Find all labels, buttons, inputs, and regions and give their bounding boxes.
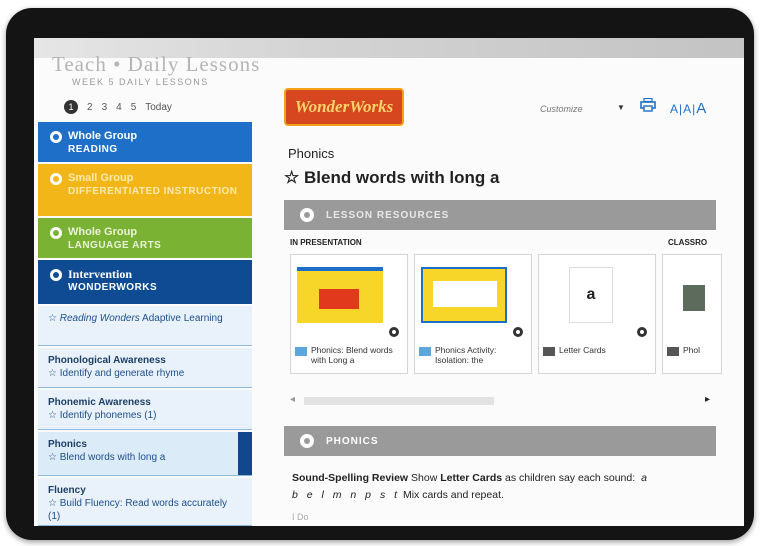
breadcrumb: Phonics <box>288 146 335 161</box>
wonderworks-logo: WonderWorks <box>284 88 404 126</box>
collapse-icon <box>300 434 314 448</box>
collapse-icon <box>300 208 314 222</box>
font-large-button[interactable]: A <box>696 100 707 117</box>
review-text: Mix cards and repeat. <box>400 489 504 501</box>
resource-card[interactable]: Phol <box>662 254 722 374</box>
i-do-label: I Do <box>292 512 309 522</box>
star-icon[interactable]: ☆ <box>284 168 299 187</box>
day-selector: 1 2 3 4 5 Today <box>64 100 172 114</box>
sidebar-link-text: ☆ Build Fluency: Read words accurately (… <box>48 498 228 522</box>
resource-caption[interactable]: Phonics: Blend words with Long a <box>295 345 405 365</box>
lesson-title: ☆ Blend words with long a <box>284 168 499 188</box>
chevron-circle-icon <box>50 173 62 185</box>
phonics-section-header[interactable]: PHONICS <box>284 426 716 456</box>
sidebar-item-subtitle: LANGUAGE ARTS <box>68 240 162 251</box>
sound-spelling-review: Sound-Spelling Review Show Letter Cards … <box>292 470 712 504</box>
screen: Teach • Daily Lessons WEEK 5 DAILY LESSO… <box>34 38 744 526</box>
letter-card-thumbnail: a <box>569 267 613 323</box>
font-small-button[interactable]: A <box>670 102 679 116</box>
scroll-right-icon[interactable]: ▸ <box>705 394 710 405</box>
print-icon[interactable] <box>640 98 656 112</box>
review-letters: b e l m n p s t <box>292 489 401 501</box>
lesson-resources-header[interactable]: LESSON RESOURCES <box>284 200 716 230</box>
review-heading: Sound-Spelling Review <box>292 472 409 484</box>
sidebar: Whole Group READING Small Group DIFFEREN… <box>38 122 252 526</box>
day-1-button[interactable]: 1 <box>64 100 78 114</box>
day-2-button[interactable]: 2 <box>87 102 93 113</box>
sidebar-link-heading: Phonological Awareness <box>48 355 166 366</box>
sidebar-item-small-group[interactable]: Small Group DIFFERENTIATED INSTRUCTION <box>38 164 252 216</box>
sidebar-link-phonological-awareness[interactable]: Phonological Awareness ☆ Identify and ge… <box>38 348 252 388</box>
resource-caption[interactable]: Letter Cards <box>543 345 653 355</box>
resource-caption[interactable]: Phonics Activity: Isolation: the <box>419 345 529 365</box>
card-tools <box>387 263 401 333</box>
card-tools <box>635 263 649 333</box>
sidebar-link-text: ☆ Blend words with long a <box>48 452 166 463</box>
review-letters: a <box>635 472 650 484</box>
sidebar-item-intervention[interactable]: Intervention WONDERWORKS <box>38 260 252 304</box>
classroom-label: CLASSRO <box>668 238 708 247</box>
section-label: LESSON RESOURCES <box>326 210 450 221</box>
sidebar-link-text: Adaptive Learning <box>139 313 223 324</box>
sidebar-link-adaptive-learning[interactable]: ☆ Reading Wonders Adaptive Learning <box>38 306 252 346</box>
sidebar-item-subtitle: READING <box>68 144 118 155</box>
sidebar-item-subtitle: DIFFERENTIATED INSTRUCTION <box>68 186 238 197</box>
chevron-down-icon[interactable]: ▼ <box>617 103 625 112</box>
resource-caption[interactable]: Phol <box>667 345 723 355</box>
today-button[interactable]: Today <box>145 102 172 113</box>
resource-scrollbar[interactable]: ◂ ▸ <box>290 394 710 408</box>
chevron-circle-icon <box>50 131 62 143</box>
sidebar-link-phonics[interactable]: Phonics ☆ Blend words with long a <box>38 432 252 476</box>
sidebar-link-heading: Phonics <box>48 439 87 450</box>
resource-thumbnail <box>297 267 383 323</box>
tablet-bezel: Teach • Daily Lessons WEEK 5 DAILY LESSO… <box>6 8 754 540</box>
lesson-title-text: Blend words with long a <box>303 168 500 187</box>
sidebar-item-title: Whole Group <box>68 130 138 142</box>
sidebar-item-whole-group-reading[interactable]: Whole Group READING <box>38 122 252 162</box>
sidebar-link-heading: Fluency <box>48 485 86 496</box>
sidebar-link-heading: Phonemic Awareness <box>48 397 151 408</box>
star-icon: ☆ <box>48 313 60 324</box>
gear-icon[interactable] <box>389 327 399 337</box>
resource-card[interactable]: a Letter Cards <box>538 254 656 374</box>
review-text: as children say each sound: <box>502 472 636 484</box>
chevron-circle-icon <box>50 269 62 281</box>
day-3-button[interactable]: 3 <box>102 102 108 113</box>
sidebar-item-title: Whole Group <box>68 226 138 238</box>
sidebar-item-subtitle: WONDERWORKS <box>68 282 158 293</box>
scrollbar-thumb[interactable] <box>304 397 494 405</box>
chevron-circle-icon <box>50 227 62 239</box>
sidebar-link-italic: Reading Wonders <box>59 313 140 324</box>
in-presentation-label: IN PRESENTATION <box>290 238 362 247</box>
gear-icon[interactable] <box>637 327 647 337</box>
review-text: Show <box>408 472 441 484</box>
resource-card[interactable]: Phonics: Blend words with Long a <box>290 254 408 374</box>
gear-icon[interactable] <box>513 327 523 337</box>
selected-indicator <box>238 432 252 475</box>
sidebar-link-text: ☆ Identify phonemes (1) <box>48 410 157 421</box>
resource-thumbnail <box>683 285 705 311</box>
page-subtitle: WEEK 5 DAILY LESSONS <box>72 77 209 87</box>
scroll-left-icon[interactable]: ◂ <box>290 394 295 405</box>
sidebar-item-title: Small Group <box>68 172 134 184</box>
sidebar-link-text: ☆ Identify and generate rhyme <box>48 368 185 379</box>
card-tools <box>511 263 525 333</box>
page-title: Teach • Daily Lessons <box>52 52 261 76</box>
section-label: PHONICS <box>326 436 379 447</box>
font-medium-button[interactable]: A <box>683 102 692 116</box>
letter-cards-link: Letter Cards <box>440 472 503 484</box>
sidebar-item-whole-group-language-arts[interactable]: Whole Group LANGUAGE ARTS <box>38 218 252 258</box>
sidebar-link-fluency[interactable]: Fluency ☆ Build Fluency: Read words accu… <box>38 478 252 526</box>
sidebar-link-phonemic-awareness[interactable]: Phonemic Awareness ☆ Identify phonemes (… <box>38 390 252 430</box>
resource-card[interactable]: Phonics Activity: Isolation: the <box>414 254 532 374</box>
day-4-button[interactable]: 4 <box>116 102 122 113</box>
customize-dropdown[interactable]: Customize <box>540 104 583 114</box>
day-5-button[interactable]: 5 <box>131 102 137 113</box>
font-size-controls: A|A|A <box>670 100 707 117</box>
sidebar-item-title: Intervention <box>68 267 132 281</box>
resource-thumbnail <box>421 267 507 323</box>
